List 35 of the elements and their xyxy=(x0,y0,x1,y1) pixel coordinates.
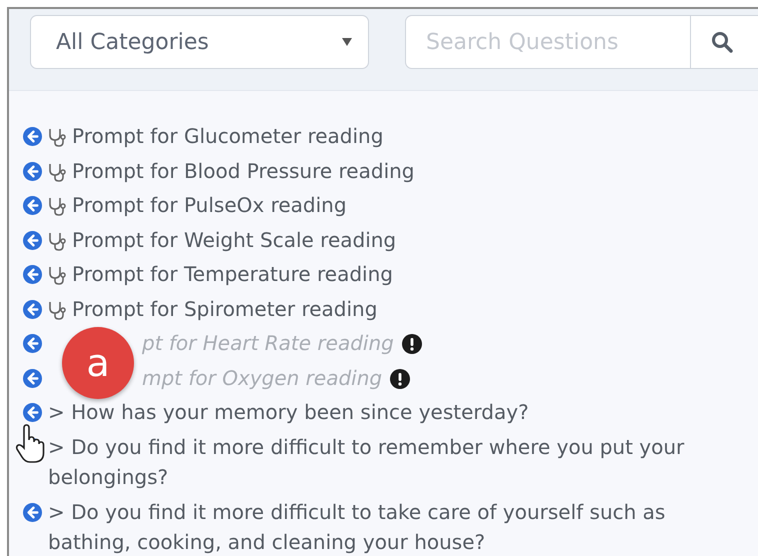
arrow-left-circle-icon[interactable] xyxy=(23,403,42,422)
arrow-left-circle-icon[interactable] xyxy=(23,334,42,353)
exclamation-icon xyxy=(390,368,410,388)
stethoscope-icon xyxy=(48,265,66,285)
caret-icon xyxy=(342,38,352,46)
arrow-left-circle-icon[interactable] xyxy=(23,230,42,250)
question-text: Prompt for Temperature reading xyxy=(72,261,393,288)
arrow-left-circle-icon[interactable] xyxy=(23,368,42,388)
search-field[interactable]: Search Questions xyxy=(405,15,690,69)
question-text: mpt for Oxygen reading xyxy=(142,364,382,392)
stethoscope-icon xyxy=(48,230,66,250)
stethoscope-icon xyxy=(48,162,66,182)
stethoscope-icon xyxy=(48,300,66,320)
arrow-left-circle-icon[interactable] xyxy=(23,265,42,284)
question-text: Prompt for Glucometer reading xyxy=(72,123,384,150)
stethoscope-icon xyxy=(48,127,66,147)
arrow-left-circle-icon[interactable] xyxy=(23,162,42,180)
search-button[interactable] xyxy=(690,15,758,69)
question-text: Prompt for Spirometer reading xyxy=(72,296,378,322)
search-icon xyxy=(711,31,733,53)
annotation-badge: a xyxy=(62,327,134,399)
question-text: > Do you find it more difficult to take care of yourself such as bathing, cooking, and cleaning your house? xyxy=(48,498,666,556)
question-text: Prompt for Weight Scale reading xyxy=(72,226,396,254)
question-text: Prompt for Blood Pressure reading xyxy=(72,158,414,184)
question-text: > How has your memory been since yesterday? xyxy=(48,399,529,426)
question-text: pt for Heart Rate reading xyxy=(142,330,394,357)
arrow-left-circle-icon[interactable] xyxy=(23,300,42,318)
stethoscope-icon xyxy=(48,196,66,216)
exclamation-icon xyxy=(402,334,422,354)
question-text: > Do you find it more difficult to remember where you put your belongings? xyxy=(48,434,686,491)
question-text: Prompt for PulseOx reading xyxy=(72,192,347,219)
category-select[interactable]: All Categories xyxy=(30,15,369,69)
arrow-left-circle-icon[interactable] xyxy=(23,196,42,215)
arrow-left-circle-icon[interactable] xyxy=(23,502,42,522)
arrow-left-circle-icon[interactable] xyxy=(23,127,42,146)
